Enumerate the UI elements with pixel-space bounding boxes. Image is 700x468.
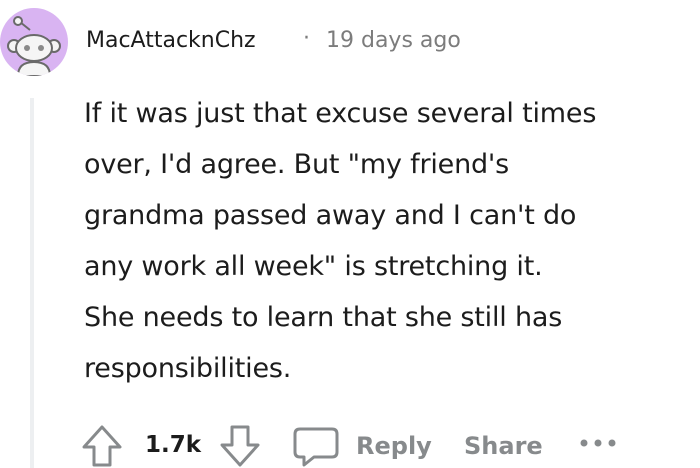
more-options-icon[interactable] — [578, 428, 618, 458]
meta-separator: · — [303, 26, 310, 51]
speech-bubble-icon — [293, 427, 339, 467]
comment-action-bar: 1.7k Reply Share — [80, 418, 700, 468]
comment-text-line: any work all week" is stretching it. — [84, 251, 543, 282]
reply-button[interactable]: Reply — [292, 422, 442, 468]
vote-score: 1.7k — [145, 432, 202, 458]
snoo-avatar-icon — [7, 16, 61, 76]
downvote-arrow-icon[interactable] — [218, 424, 262, 468]
share-button[interactable]: Share — [464, 432, 543, 460]
comment-author[interactable]: MacAttacknChz — [86, 28, 256, 53]
upvote-arrow-icon[interactable] — [80, 424, 124, 468]
comment-text-line: over, I'd agree. But "my friend's — [84, 149, 510, 180]
comment-body: If it was just that excuse several times… — [84, 88, 696, 394]
comment-timestamp[interactable]: 19 days ago — [326, 28, 461, 53]
reply-label: Reply — [356, 432, 432, 460]
thread-line[interactable] — [30, 98, 34, 468]
comment-text-line: She needs to learn that she still has — [84, 302, 563, 333]
avatar[interactable] — [0, 8, 68, 76]
comment-text-line: If it was just that excuse several times — [84, 98, 597, 129]
comment-text-line: grandma passed away and I can't do — [84, 200, 577, 231]
comment-text-line: responsibilities. — [84, 353, 292, 384]
